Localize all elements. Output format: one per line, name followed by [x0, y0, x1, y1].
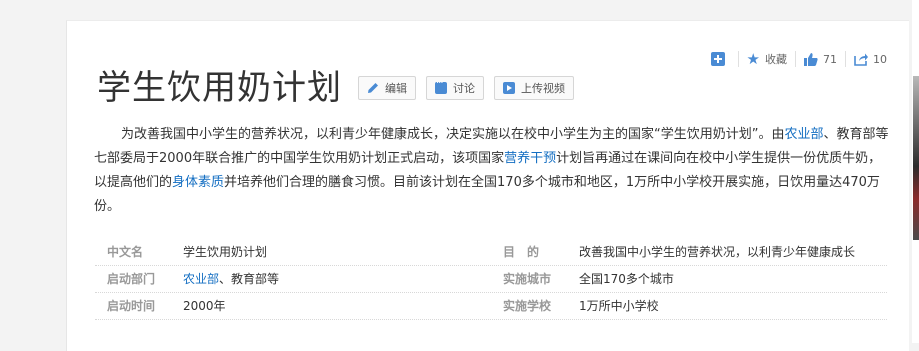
- info-value-text: 、教育部等: [219, 272, 280, 286]
- edit-label: 编辑: [385, 82, 407, 95]
- link-ministry-of-agriculture[interactable]: 农业部: [183, 272, 219, 286]
- share-icon: [854, 52, 868, 66]
- info-key: 实施学校: [503, 299, 552, 313]
- share-count: 10: [873, 52, 887, 66]
- info-value: 学生饮用奶计划: [183, 239, 491, 265]
- title-row: 学生饮用奶计划 编辑 讨论 上传视频: [97, 67, 584, 109]
- link-nutrition-intervention[interactable]: 营养干预: [504, 151, 556, 166]
- info-value: 全国170多个城市: [579, 272, 674, 286]
- page-title: 学生饮用奶计划: [97, 68, 342, 108]
- info-value: 改善我国中小学生的营养状况，以利青少年健康成长: [579, 245, 856, 259]
- favorite-button[interactable]: ★ 收藏: [737, 50, 795, 68]
- info-key: 目 的: [503, 245, 540, 259]
- side-image-strip: [912, 0, 919, 343]
- info-key: 启动部门: [107, 272, 156, 286]
- info-key: 中文名: [107, 245, 144, 259]
- plus-icon: [710, 52, 725, 66]
- thumbs-up-icon: [804, 52, 818, 66]
- info-value-text: 2000年: [183, 299, 226, 313]
- top-actions: ★ 收藏 71 10: [703, 51, 895, 67]
- info-row: 启动时间 2000年 实施学校 1万所中小学校: [95, 293, 887, 320]
- add-button[interactable]: [703, 51, 738, 67]
- info-value: 农业部、教育部等: [183, 266, 491, 292]
- album-image[interactable]: [913, 76, 919, 240]
- share-button[interactable]: 10: [845, 51, 895, 67]
- info-key: 实施城市: [503, 272, 552, 286]
- basic-info-table: 中文名 学生饮用奶计划 目 的 改善我国中小学生的营养状况，以利青少年健康成长 …: [95, 239, 887, 320]
- discuss-label: 讨论: [453, 82, 475, 95]
- link-ministry-of-agriculture[interactable]: 农业部: [784, 127, 823, 142]
- like-count: 71: [823, 52, 837, 66]
- info-row: 中文名 学生饮用奶计划 目 的 改善我国中小学生的营养状况，以利青少年健康成长: [95, 239, 887, 266]
- lemma-card: ★ 收藏 71 10 学生饮用奶计划 编辑 讨论: [66, 20, 909, 351]
- summary-paragraph: 为改善我国中小学生的营养状况，以利青少年健康成长，决定实施以在校中小学生为主的国…: [94, 123, 890, 219]
- favorite-label: 收藏: [765, 53, 787, 66]
- discuss-button[interactable]: 讨论: [426, 76, 484, 100]
- star-icon: ★: [746, 50, 760, 68]
- info-value: 2000年: [183, 293, 491, 319]
- info-value: 1万所中小学校: [579, 299, 659, 313]
- info-row: 启动部门 农业部、教育部等 实施城市 全国170多个城市: [95, 266, 887, 293]
- edit-button[interactable]: 编辑: [358, 76, 416, 100]
- upload-video-label: 上传视频: [521, 82, 565, 95]
- info-value-text: 学生饮用奶计划: [183, 245, 268, 259]
- like-button[interactable]: 71: [795, 51, 845, 67]
- upload-video-button[interactable]: 上传视频: [494, 76, 574, 100]
- chat-icon: [435, 78, 447, 94]
- summary-text: 为改善我国中小学生的营养状况，以利青少年健康成长，决定实施以在校中小学生为主的国…: [121, 127, 785, 142]
- link-physical-fitness[interactable]: 身体素质: [172, 175, 224, 190]
- pencil-icon: [367, 82, 379, 94]
- play-icon: [503, 82, 515, 94]
- info-key: 启动时间: [107, 299, 156, 313]
